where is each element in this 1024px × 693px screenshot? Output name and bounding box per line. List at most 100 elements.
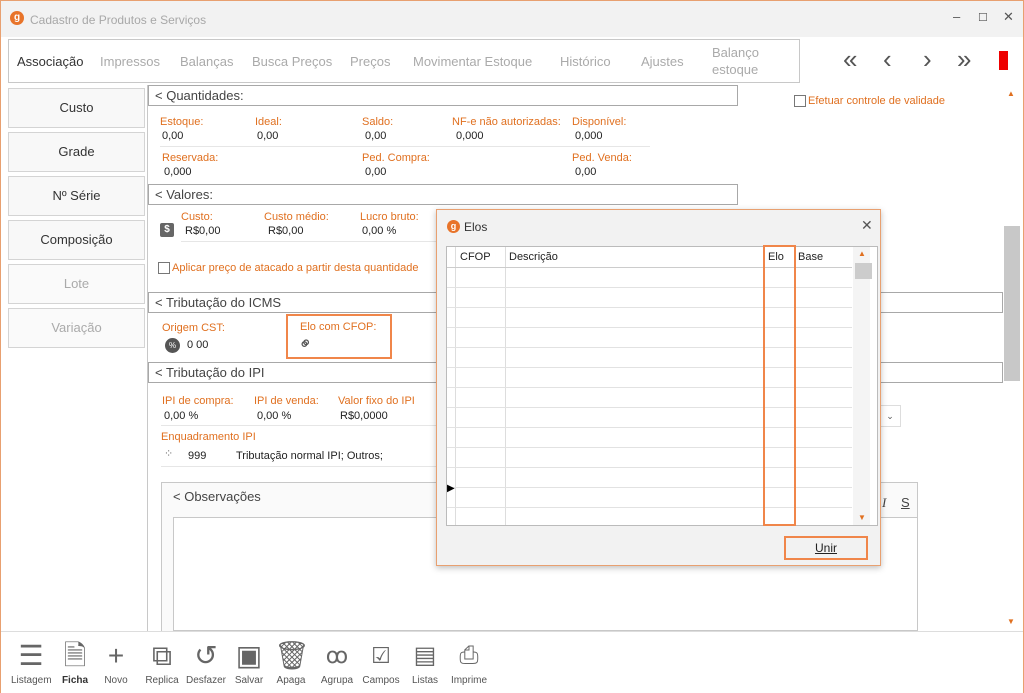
campos-button[interactable]: ☑ Campos — [361, 637, 401, 686]
icms-title: Tributação do ICMS — [165, 295, 282, 310]
scroll-down-icon[interactable]: ▼ — [858, 513, 866, 522]
desfazer-label: Desfazer — [185, 675, 226, 686]
observacoes-header[interactable]: < Observações — [173, 489, 261, 504]
elos-grid[interactable]: CFOP Descrição Elo Base ▶ ▲ ▼ — [446, 246, 878, 526]
ipi-fixo-label: Valor fixo do IPI — [338, 395, 415, 407]
tab-balancas[interactable]: Balanças — [180, 54, 233, 69]
trash-icon: 🗑 — [274, 640, 310, 671]
printer-icon: ⎙ — [459, 642, 479, 669]
replica-button[interactable]: ⧉ Replica — [143, 637, 181, 686]
enquadramento-description: Tributação normal IPI; Outros; — [236, 450, 383, 462]
next-record-icon[interactable]: › — [923, 45, 932, 73]
chevron-down-icon[interactable]: ⌄ — [879, 405, 901, 427]
sidebar-item-composicao[interactable]: Composição — [8, 220, 145, 260]
tab-historico[interactable]: Histórico — [560, 54, 611, 69]
disponivel-value: 0,000 — [575, 130, 603, 142]
observacoes-title: Observações — [184, 489, 261, 504]
estoque-label: Estoque: — [160, 116, 204, 128]
scroll-down-icon[interactable]: ▼ — [1007, 617, 1015, 626]
col-header-cfop[interactable]: CFOP — [457, 247, 491, 267]
origem-cst-value[interactable]: 0 00 — [187, 339, 208, 351]
elos-dialog: g Elos ✕ CFOP Descrição Elo Base ▶ ▲ ▼ U… — [436, 209, 881, 566]
ipi-compra-value[interactable]: 0,00 % — [164, 410, 198, 422]
form-icon: 🗎 — [63, 640, 87, 671]
minimize-button[interactable]: – — [953, 9, 960, 24]
italic-button[interactable]: I — [882, 495, 886, 511]
checklist-icon: ☑ — [371, 643, 391, 668]
sidebar-item-variacao[interactable]: Variação — [8, 308, 145, 348]
col-header-base[interactable]: Base — [795, 247, 823, 267]
previous-record-icon[interactable]: ‹ — [883, 45, 892, 73]
sidebar-item-grade[interactable]: Grade — [8, 132, 145, 172]
divider — [160, 146, 650, 147]
scroll-up-icon[interactable]: ▲ — [1007, 89, 1015, 98]
main-scrollbar-thumb[interactable] — [1004, 226, 1020, 381]
loading-icon: ⁘ — [164, 448, 174, 460]
maximize-button[interactable]: ☐ — [978, 11, 988, 24]
sidebar-item-lote[interactable]: Lote — [8, 264, 145, 304]
disponivel-label: Disponível: — [572, 116, 627, 128]
validade-checkbox[interactable] — [794, 95, 806, 107]
strike-button[interactable]: S — [901, 495, 910, 510]
grid-scrollbar-thumb[interactable] — [855, 263, 872, 279]
col-header-descricao[interactable]: Descrição — [506, 247, 558, 267]
tab-busca-precos[interactable]: Busca Preços — [252, 54, 332, 69]
listagem-button[interactable]: ☰ Listagem — [11, 637, 52, 686]
custo-medio-value: R$0,00 — [268, 225, 304, 237]
enquadramento-label: Enquadramento IPI — [161, 431, 256, 443]
lucro-value[interactable]: 0,00 % — [362, 225, 396, 237]
close-button[interactable]: ✕ — [1003, 9, 1014, 25]
first-record-icon[interactable]: « — [843, 45, 857, 73]
last-record-icon[interactable]: » — [957, 45, 971, 73]
ficha-label: Ficha — [61, 675, 89, 686]
undo-icon: ↺ — [194, 640, 218, 671]
valores-section-header[interactable]: < Valores: — [148, 184, 738, 205]
tab-associacao[interactable]: Associação — [17, 54, 83, 69]
listas-button[interactable]: ▤ Listas — [409, 637, 441, 686]
scroll-up-icon[interactable]: ▲ — [858, 249, 866, 258]
custo-value[interactable]: R$0,00 — [185, 225, 220, 237]
valores-title: Valores: — [166, 187, 213, 202]
atacado-label: Aplicar preço de atacado a partir desta … — [172, 262, 419, 274]
apaga-label: Apaga — [276, 675, 306, 686]
plus-icon: + — [107, 640, 125, 671]
atacado-checkbox[interactable] — [158, 262, 170, 274]
desfazer-button[interactable]: ↺ Desfazer — [185, 637, 227, 686]
ficha-button[interactable]: 🗎 Ficha — [57, 637, 93, 686]
custo-medio-label: Custo médio: — [264, 211, 329, 223]
ipi-fixo-value[interactable]: R$0,0000 — [340, 410, 388, 422]
tab-ajustes[interactable]: Ajustes — [641, 54, 684, 69]
dialog-close-icon[interactable]: ✕ — [861, 217, 873, 234]
salvar-button[interactable]: ▣ Salvar — [231, 637, 267, 686]
apaga-button[interactable]: 🗑 Apaga — [274, 637, 310, 686]
pedvenda-label: Ped. Venda: — [572, 152, 632, 164]
sidebar-item-custo[interactable]: Custo — [8, 88, 145, 128]
novo-button[interactable]: + Novo — [99, 637, 133, 686]
agrupa-button[interactable]: ꝏ Agrupa — [318, 637, 356, 686]
currency-icon: $ — [160, 223, 174, 237]
nfe-label: NF-e não autorizadas: — [452, 116, 561, 128]
pedvenda-value: 0,00 — [575, 166, 597, 178]
quantidades-section-header[interactable]: < Quantidades: — [148, 85, 738, 106]
unir-button[interactable]: Unir — [784, 536, 868, 560]
ideal-value[interactable]: 0,00 — [257, 130, 278, 142]
imprime-button[interactable]: ⎙ Imprime — [448, 637, 490, 686]
listagem-label: Listagem — [11, 675, 52, 686]
grid-scrollbar[interactable]: ▲ ▼ — [853, 247, 872, 525]
app-logo-icon: g — [10, 11, 24, 25]
ipi-venda-value[interactable]: 0,00 % — [257, 410, 291, 422]
reservada-value: 0,000 — [164, 166, 192, 178]
tab-impressos[interactable]: Impressos — [100, 54, 160, 69]
agrupa-label: Agrupa — [320, 675, 354, 686]
tab-precos[interactable]: Preços — [350, 54, 390, 69]
enquadramento-code[interactable]: 999 — [188, 450, 206, 462]
title-bar: g Cadastro de Produtos e Serviços – ☐ ✕ — [1, 1, 1023, 37]
lists-icon: ▤ — [413, 642, 437, 669]
tab-movimentar-estoque[interactable]: Movimentar Estoque — [413, 54, 532, 69]
app-logo-icon: g — [447, 220, 460, 233]
tab-balanco-estoque[interactable]: Balanço estoque — [712, 44, 772, 78]
nfe-value: 0,000 — [456, 130, 484, 142]
divider — [181, 241, 436, 242]
sidebar-item-nserie[interactable]: Nº Série — [8, 176, 145, 216]
estoque-value[interactable]: 0,00 — [162, 130, 183, 142]
